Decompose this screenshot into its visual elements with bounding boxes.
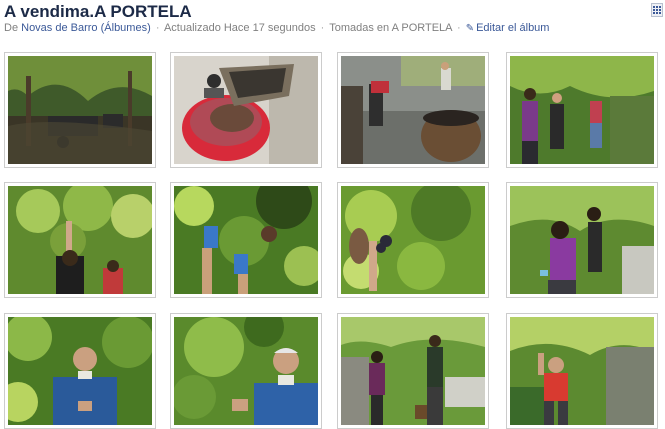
photo-image — [341, 317, 485, 425]
photo-thumbnail-9[interactable] — [4, 313, 156, 429]
separator-dot: · — [155, 22, 160, 34]
photo-image — [174, 317, 318, 425]
photo-thumbnail-10[interactable] — [170, 313, 322, 429]
photo-thumbnail-3[interactable] — [337, 52, 489, 168]
photo-image — [174, 186, 318, 294]
photo-thumbnail-5[interactable] — [4, 182, 156, 298]
author-link[interactable]: Novas de Barro — [21, 22, 97, 34]
location-text: Tomadas en A PORTELA — [329, 22, 452, 34]
photo-thumbnail-11[interactable] — [337, 313, 489, 429]
photo-image — [341, 56, 485, 164]
photo-image — [8, 186, 152, 294]
photo-image — [510, 317, 654, 425]
photo-thumbnail-6[interactable] — [170, 182, 322, 298]
edit-album-label: Editar el álbum — [476, 22, 550, 34]
photo-image — [8, 56, 152, 164]
photo-image — [174, 56, 318, 164]
separator-dot: · — [456, 22, 461, 34]
photo-image — [510, 56, 654, 164]
grid-view-icon[interactable] — [651, 3, 663, 17]
updated-text: Actualizado Hace 17 segundos — [163, 22, 316, 34]
pencil-icon: ✎ — [465, 23, 475, 34]
photo-image — [341, 186, 485, 294]
photo-thumbnail-7[interactable] — [337, 182, 489, 298]
albums-link[interactable]: (Álbumes) — [101, 22, 151, 34]
photo-thumbnail-2[interactable] — [170, 52, 322, 168]
photo-image — [510, 186, 654, 294]
separator-dot: · — [320, 22, 325, 34]
photo-image — [8, 317, 152, 425]
edit-album-link[interactable]: ✎ Editar el álbum — [466, 22, 550, 34]
by-prefix: De — [4, 22, 19, 34]
photo-thumbnail-4[interactable] — [506, 52, 658, 168]
photo-thumbnail-12[interactable] — [506, 313, 658, 429]
photo-thumbnail-8[interactable] — [506, 182, 658, 298]
album-meta: De Novas de Barro (Álbumes) · Actualizad… — [4, 22, 549, 34]
photo-thumbnail-1[interactable] — [4, 52, 156, 168]
album-title: A vendima.A PORTELA — [4, 2, 192, 21]
